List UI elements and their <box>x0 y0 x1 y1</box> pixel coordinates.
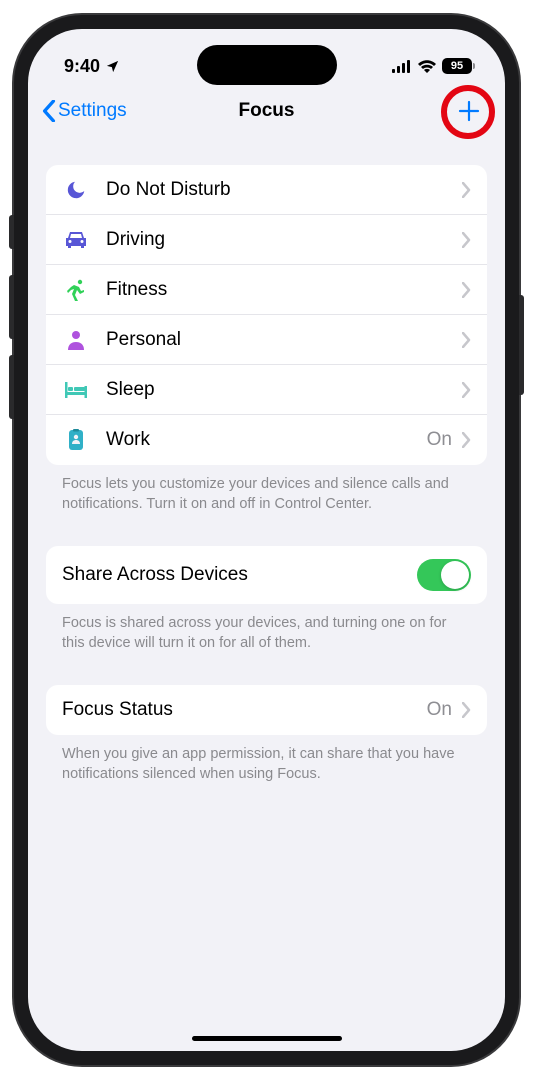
chevron-left-icon <box>42 100 56 122</box>
status-time: 9:40 <box>64 56 100 77</box>
car-icon <box>62 230 90 250</box>
nav-bar: Settings Focus <box>28 87 505 135</box>
focus-mode-dnd[interactable]: Do Not Disturb <box>46 165 487 215</box>
focus-mode-sleep[interactable]: Sleep <box>46 365 487 415</box>
focus-modes-list: Do Not Disturb Driving Fitness <box>46 165 487 465</box>
focus-mode-label: Driving <box>106 229 462 251</box>
focus-mode-label: Sleep <box>106 379 462 401</box>
back-button[interactable]: Settings <box>42 100 127 122</box>
focus-description: Focus lets you customize your devices an… <box>46 465 487 514</box>
chevron-right-icon <box>462 232 471 248</box>
chevron-right-icon <box>462 282 471 298</box>
volume-up-button <box>9 275 14 339</box>
person-icon <box>62 330 90 350</box>
highlight-annotation <box>441 85 495 139</box>
share-across-group: Share Across Devices <box>46 546 487 604</box>
status-right: 95 <box>392 58 475 74</box>
share-across-label: Share Across Devices <box>62 564 417 586</box>
status-description: When you give an app permission, it can … <box>46 735 487 784</box>
focus-status-label: Focus Status <box>62 699 427 721</box>
badge-icon <box>62 429 90 451</box>
focus-mode-label: Personal <box>106 329 462 351</box>
battery-level: 95 <box>451 60 463 72</box>
focus-status-row[interactable]: Focus Status On <box>46 685 487 735</box>
moon-icon <box>62 179 90 201</box>
toggle-knob <box>441 561 469 589</box>
focus-mode-fitness[interactable]: Fitness <box>46 265 487 315</box>
chevron-right-icon <box>462 182 471 198</box>
focus-mode-work[interactable]: Work On <box>46 415 487 465</box>
add-focus-button[interactable] <box>447 89 491 133</box>
battery-indicator: 95 <box>442 58 475 74</box>
screen: 9:40 95 Settings Focus <box>28 29 505 1051</box>
back-label: Settings <box>58 100 127 122</box>
location-icon <box>105 59 120 74</box>
share-description: Focus is shared across your devices, and… <box>46 604 487 653</box>
focus-mode-personal[interactable]: Personal <box>46 315 487 365</box>
silent-switch <box>9 215 14 249</box>
focus-mode-value: On <box>427 429 452 451</box>
share-across-row: Share Across Devices <box>46 546 487 604</box>
focus-status-group: Focus Status On <box>46 685 487 735</box>
focus-mode-driving[interactable]: Driving <box>46 215 487 265</box>
status-left: 9:40 <box>64 56 120 77</box>
focus-mode-label: Fitness <box>106 279 462 301</box>
bed-icon <box>62 382 90 398</box>
focus-status-value: On <box>427 699 452 721</box>
chevron-right-icon <box>462 702 471 718</box>
home-indicator[interactable] <box>192 1036 342 1041</box>
running-icon <box>62 279 90 301</box>
phone-frame: 9:40 95 Settings Focus <box>14 15 519 1065</box>
content: Do Not Disturb Driving Fitness <box>28 135 505 784</box>
power-button <box>519 295 524 395</box>
page-title: Focus <box>239 100 295 122</box>
focus-mode-label: Work <box>106 429 427 451</box>
share-across-toggle[interactable] <box>417 559 471 591</box>
focus-mode-label: Do Not Disturb <box>106 179 462 201</box>
chevron-right-icon <box>462 382 471 398</box>
cellular-icon <box>392 60 412 73</box>
dynamic-island <box>197 45 337 85</box>
chevron-right-icon <box>462 432 471 448</box>
volume-down-button <box>9 355 14 419</box>
wifi-icon <box>418 60 436 73</box>
chevron-right-icon <box>462 332 471 348</box>
